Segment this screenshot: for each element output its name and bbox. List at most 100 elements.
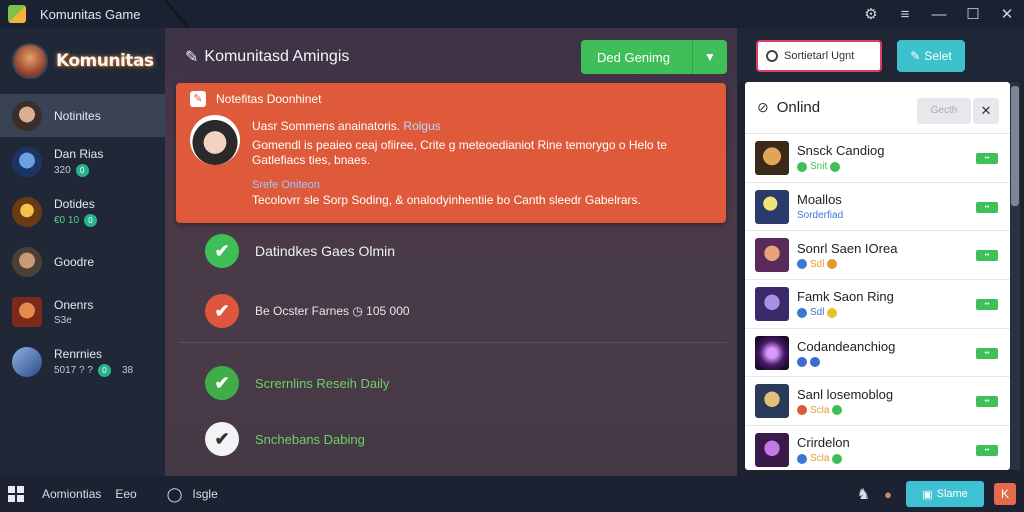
sidebar-item-label: Dotides — [54, 197, 95, 211]
avatar — [190, 115, 240, 165]
friend-name: Moallos — [797, 192, 842, 208]
taskbar-item-isgle[interactable]: Isgle — [192, 487, 217, 501]
friend-name: Sanl losemoblog — [797, 386, 894, 402]
sidebar-item-meta: 5017 ? ? — [54, 365, 93, 376]
close-button[interactable]: ✕ — [990, 5, 1024, 23]
list-item[interactable]: Famk Saon Ring Sdl •• — [745, 280, 1010, 329]
sidebar-item-meta: S3e — [54, 315, 72, 326]
chip-icon: ▣ — [922, 488, 933, 501]
online-search-input[interactable]: Gecth — [917, 98, 971, 124]
main-panel: ✎ Komunitasd Amingis Ded Genimg ▼ ✎ Note… — [165, 28, 737, 476]
chip-label: Slame — [936, 488, 968, 500]
user-icon[interactable]: ● — [884, 487, 892, 502]
windows-start-icon[interactable] — [8, 486, 24, 502]
join-button[interactable]: •• — [976, 250, 998, 262]
join-button[interactable]: •• — [976, 153, 998, 164]
notification-title: Notefitas Doonhinet — [216, 92, 322, 106]
notification-intro-text: Uasr Sommens anainatoris. — [252, 119, 401, 133]
task-label: Be Ocster Farnes ◷ 105 000 — [255, 304, 410, 318]
list-item[interactable]: Snsck Candiog Snit •• — [745, 134, 1010, 183]
sidebar-item-goodies[interactable]: Goodre — [0, 237, 165, 287]
sidebar-item-label: Onenrs — [54, 298, 94, 312]
friends-scrollbar[interactable] — [1010, 82, 1020, 470]
status-dot — [797, 161, 807, 172]
join-button[interactable]: •• — [976, 347, 998, 359]
task-item[interactable]: ✔ Datindkes Gaes Olmin — [205, 234, 395, 268]
list-item[interactable]: Codandeanchiog •• — [745, 329, 1010, 378]
maximize-button[interactable]: ☐ — [956, 5, 990, 23]
notification-link[interactable]: Rolgus — [403, 119, 440, 133]
window-title: Komunitas Game — [40, 6, 141, 22]
list-item[interactable]: Moallos Sorderfiad •• — [745, 183, 1010, 232]
close-icon[interactable]: ✕ — [973, 98, 999, 124]
friend-status: Scla — [810, 404, 830, 416]
search-icon — [766, 50, 778, 62]
minimize-button[interactable]: — — [922, 6, 956, 23]
check-icon: ✔ — [205, 234, 239, 268]
friend-name: Codandeanchiog — [797, 338, 896, 354]
notification-tray-icon[interactable]: K — [994, 483, 1016, 505]
join-button[interactable]: •• — [976, 396, 998, 408]
add-game-button[interactable]: Ded Genimg ▼ — [581, 40, 727, 74]
sidebar-item-friends[interactable]: Dan Rias 320 0 — [0, 137, 165, 187]
sidebar-item-notifications[interactable]: Notinites — [0, 94, 165, 137]
sidebar-item-owners[interactable]: Onenrs S3e — [0, 287, 165, 337]
link-icon: ⊘ — [757, 99, 769, 115]
status-dot — [797, 307, 807, 318]
menu-icon[interactable]: ≡ — [888, 6, 922, 23]
sidebar-item-label: Renrnies — [54, 347, 103, 361]
brand-logo[interactable]: Komunitas — [0, 28, 165, 94]
taskbar-tray: ♞ ● ▣ Slame K — [857, 476, 1024, 512]
avatar — [12, 147, 42, 177]
status-dot — [832, 453, 843, 464]
avatar — [755, 189, 789, 224]
check-icon: ✔ — [205, 422, 239, 456]
settings-icon[interactable]: ⚙ — [854, 5, 888, 23]
status-dot — [797, 356, 807, 367]
status-dot — [797, 453, 807, 464]
game-chip-button[interactable]: ▣ Slame — [906, 481, 984, 507]
task-label: Snchebans Dabing — [255, 431, 365, 447]
check-icon: ✔ — [205, 294, 239, 328]
task-item[interactable]: ✔ Scrernlins Reseih Daily — [205, 366, 389, 400]
chat-icon[interactable]: ◯ — [167, 486, 183, 503]
sidebar-item-meta: €0 10 — [54, 215, 80, 226]
avatar — [755, 140, 789, 175]
notification-sublink[interactable]: Srefe Oniteon — [252, 179, 320, 191]
avatar — [12, 347, 42, 377]
task-label: Scrernlins Reseih Daily — [255, 375, 390, 391]
title-bar: Komunitas Game ⚙ ≡ — ☐ ✕ — [0, 0, 1024, 28]
status-dot — [797, 259, 807, 270]
friend-status: Snit — [810, 161, 828, 173]
search-input[interactable]: Sortietarl Ugnt — [756, 40, 882, 72]
status-badge: 0 — [97, 364, 111, 377]
friend-name: Crirdelon — [797, 435, 850, 451]
sidebar-item-rankings[interactable]: Renrnies 5017 ? ? 0 38 — [0, 337, 165, 387]
check-icon: ✔ — [205, 366, 239, 400]
task-item[interactable]: ✔ Snchebans Dabing — [205, 422, 365, 456]
join-button[interactable]: •• — [976, 201, 998, 213]
sidebar-item-details[interactable]: Dotides €0 10 0 — [0, 187, 165, 237]
list-item[interactable]: Sanl losemoblog Scla •• — [745, 377, 1010, 427]
select-button[interactable]: ✎ Selet — [897, 40, 965, 72]
avatar — [755, 286, 789, 321]
window-controls: ⚙ ≡ — ☐ ✕ — [854, 0, 1024, 28]
list-item[interactable]: Sonrl Saen IOrea Sdl •• — [745, 231, 1010, 281]
notification-footer: Tecolovrr sle Sorp Soding, & onalodyinhe… — [252, 193, 641, 207]
scrollbar-thumb[interactable] — [1011, 86, 1019, 206]
gamepad-icon[interactable]: ♞ — [857, 485, 870, 503]
sidebar-item-meta: 320 — [54, 165, 71, 176]
task-item[interactable]: ✔ Be Ocster Farnes ◷ 105 000 — [205, 294, 410, 328]
taskbar-item-eeo[interactable]: Eeo — [115, 487, 136, 501]
sidebar: Komunitas Notinites Dan Rias 320 0 Dotide… — [0, 28, 165, 476]
chevron-down-icon[interactable]: ▼ — [693, 50, 727, 64]
list-item[interactable]: Crirdelon Scla •• — [745, 426, 1010, 470]
friend-status: Sdl — [810, 258, 825, 270]
avatar — [755, 384, 789, 419]
avatar — [755, 432, 789, 467]
notification-card: ✎ Notefitas Doonhinet Uasr Sommens anain… — [176, 83, 726, 223]
status-dot — [827, 307, 838, 318]
join-button[interactable]: •• — [976, 445, 998, 457]
taskbar-item-community[interactable]: Aomiontias — [42, 487, 101, 501]
join-button[interactable]: •• — [976, 299, 998, 311]
